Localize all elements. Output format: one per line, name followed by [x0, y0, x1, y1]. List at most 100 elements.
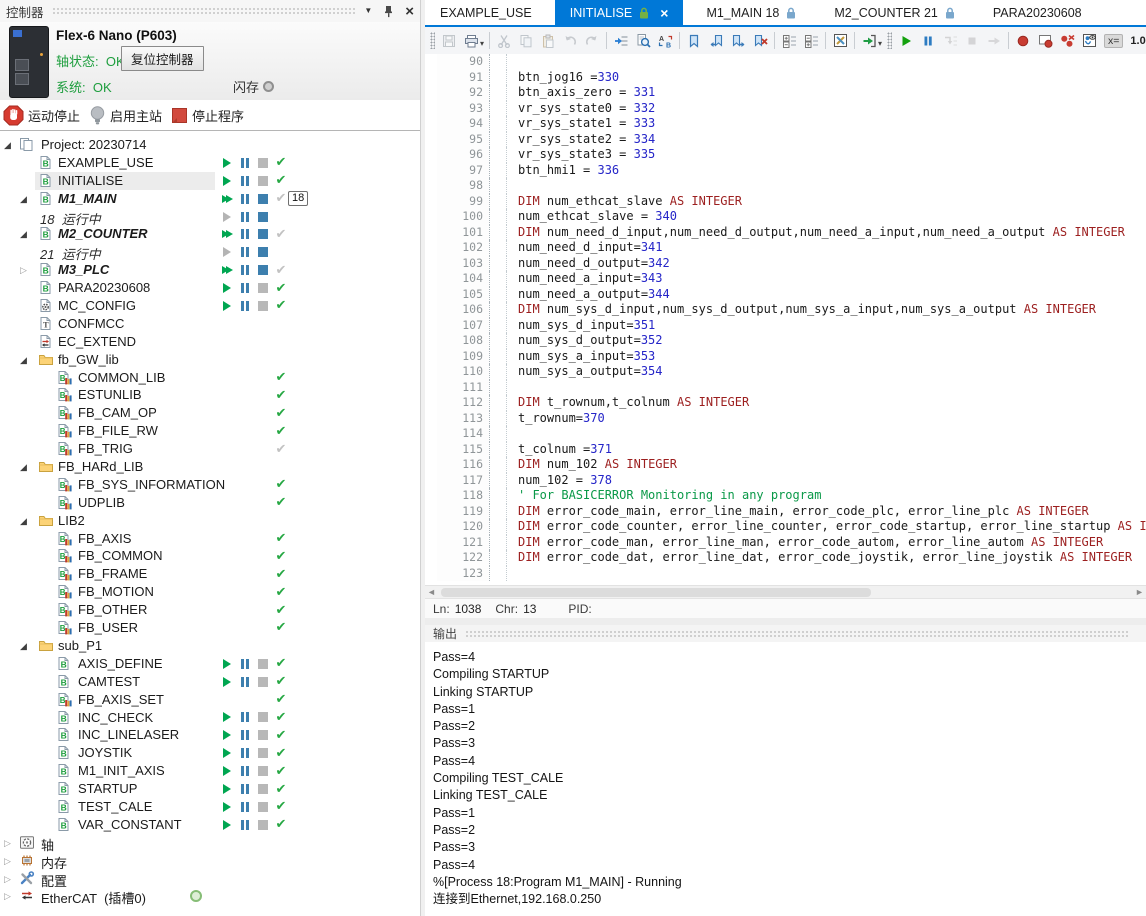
stop-control-icon[interactable]: [258, 158, 268, 168]
bookmark-icon[interactable]: [683, 30, 705, 52]
stop-control-icon[interactable]: [258, 301, 268, 311]
breakpoint-gutter[interactable]: [425, 271, 437, 287]
dropdown-caret-icon[interactable]: ▾: [480, 39, 484, 48]
code-line[interactable]: 111: [425, 380, 1146, 396]
breakpoint-gutter[interactable]: [425, 364, 437, 380]
run-control-icon[interactable]: [223, 820, 231, 830]
code-line[interactable]: 115t_colnum =371: [425, 442, 1146, 458]
tree-item-18[interactable]: 18 运行中: [0, 208, 420, 226]
code-line[interactable]: 101DIM num_need_d_input,num_need_d_outpu…: [425, 225, 1146, 241]
tree-item-[interactable]: ▷轴: [0, 834, 420, 852]
pause-control-icon[interactable]: [241, 820, 249, 830]
pause-control-icon[interactable]: [241, 283, 249, 293]
stop-control-icon[interactable]: [258, 659, 268, 669]
tree-item-estunlib[interactable]: BESTUNLIB✔: [0, 386, 420, 404]
breakpoint-gutter[interactable]: [425, 209, 437, 225]
tree-item-fb_cam_op[interactable]: BFB_CAM_OP✔: [0, 404, 420, 422]
tree-item-fb_axis[interactable]: BFB_AXIS✔: [0, 530, 420, 548]
prev-bookmark-icon[interactable]: [705, 30, 727, 52]
stop-control-icon[interactable]: [258, 247, 268, 257]
code-line[interactable]: 105num_need_a_output=344: [425, 287, 1146, 303]
code-line[interactable]: 97btn_hmi1 = 336: [425, 163, 1146, 179]
breakpoint-gutter[interactable]: [425, 550, 437, 566]
dropdown-icon[interactable]: ▼: [364, 7, 372, 15]
output-panel[interactable]: Pass=4Compiling STARTUPLinking STARTUPPa…: [425, 642, 1146, 916]
breakpoint-gutter[interactable]: [425, 535, 437, 551]
run-control-icon[interactable]: [223, 659, 231, 669]
pause-control-icon[interactable]: [241, 194, 249, 204]
breakpoint-gutter[interactable]: [425, 54, 437, 70]
tree-item-project-20230714[interactable]: ◢Project: 20230714: [0, 136, 420, 154]
breakpoint-gutter[interactable]: [425, 380, 437, 396]
print-icon[interactable]: [460, 30, 482, 52]
stop-control-icon[interactable]: [258, 265, 268, 275]
run-control-icon[interactable]: [222, 195, 233, 203]
code-line[interactable]: 103num_need_d_output=342: [425, 256, 1146, 272]
download-icon[interactable]: [858, 30, 880, 52]
breakpoint-gutter[interactable]: [425, 349, 437, 365]
compile-icon[interactable]: [829, 30, 851, 52]
expand-arrow-icon[interactable]: ▷: [4, 873, 11, 885]
breakpoint-gutter[interactable]: [425, 318, 437, 334]
collapse-arrow-icon[interactable]: ◢: [20, 354, 27, 366]
x-equals-badge[interactable]: x=: [1104, 34, 1123, 48]
collapse-arrow-icon[interactable]: ◢: [20, 461, 27, 473]
pause-control-icon[interactable]: [241, 748, 249, 758]
stop-control-icon[interactable]: [258, 748, 268, 758]
tree-item-ethercat-0[interactable]: ▷EtherCAT (插槽0): [0, 887, 420, 905]
tree-item-para20230608[interactable]: BPARA20230608✔: [0, 279, 420, 297]
code-line[interactable]: 91btn_jog16 =330: [425, 70, 1146, 86]
tree-item-m3_plc[interactable]: ▷BM3_PLC✔: [0, 261, 420, 279]
tree-item-fb_user[interactable]: BFB_USER✔: [0, 619, 420, 637]
tree-item-m1_main[interactable]: ◢BM1_MAIN✔18: [0, 190, 420, 208]
stop-control-icon[interactable]: [258, 176, 268, 186]
tree-item-[interactable]: ▷内存: [0, 852, 420, 870]
pause-control-icon[interactable]: [241, 265, 249, 275]
collapse-regions-icon[interactable]: [778, 30, 800, 52]
pause-control-icon[interactable]: [241, 730, 249, 740]
run-control-icon[interactable]: [223, 247, 231, 257]
code-line[interactable]: 123: [425, 566, 1146, 582]
replace-icon[interactable]: AB: [654, 30, 676, 52]
tab-example_use[interactable]: EXAMPLE_USE: [425, 0, 547, 25]
collapse-arrow-icon[interactable]: ◢: [20, 640, 27, 652]
code-line[interactable]: 112DIM t_rownum,t_colnum AS INTEGER: [425, 395, 1146, 411]
code-line[interactable]: 122DIM error_code_dat, error_line_dat, e…: [425, 550, 1146, 566]
breakpoint-gutter[interactable]: [425, 163, 437, 179]
pause-control-icon[interactable]: [241, 677, 249, 687]
breakpoint-gutter[interactable]: [425, 256, 437, 272]
breakpoint-gutter[interactable]: [425, 411, 437, 427]
run-control-icon[interactable]: [223, 158, 231, 168]
code-line[interactable]: 92btn_axis_zero = 331: [425, 85, 1146, 101]
tree-item-fb_motion[interactable]: BFB_MOTION✔: [0, 583, 420, 601]
pin-icon[interactable]: [383, 5, 394, 18]
code-line[interactable]: 106DIM num_sys_d_input,num_sys_d_output,…: [425, 302, 1146, 318]
code-line[interactable]: 119DIM error_code_main, error_line_main,…: [425, 504, 1146, 520]
stop-control-icon[interactable]: [258, 283, 268, 293]
pause-icon[interactable]: [917, 30, 939, 52]
collapse-arrow-icon[interactable]: ◢: [4, 139, 11, 151]
tree-item-fb_hard_lib[interactable]: ◢FB_HARd_LIB: [0, 458, 420, 476]
next-bookmark-icon[interactable]: [727, 30, 749, 52]
breakpoint-gutter[interactable]: [425, 426, 437, 442]
tree-item-test_cale[interactable]: BTEST_CALE✔: [0, 798, 420, 816]
close-icon[interactable]: ×: [405, 4, 414, 19]
stop-control-icon[interactable]: [258, 712, 268, 722]
clear-breakpoints-icon[interactable]: [1056, 30, 1078, 52]
stop-control-icon[interactable]: [258, 766, 268, 776]
breakpoint-gutter[interactable]: [425, 147, 437, 163]
code-line[interactable]: 104num_need_a_input=343: [425, 271, 1146, 287]
expand-arrow-icon[interactable]: ▷: [4, 890, 11, 902]
run-control-icon[interactable]: [223, 784, 231, 794]
tree-item-common_lib[interactable]: BCOMMON_LIB✔: [0, 369, 420, 387]
clear-bookmarks-icon[interactable]: [749, 30, 771, 52]
pause-control-icon[interactable]: [241, 301, 249, 311]
tree-item-21[interactable]: 21 运行中: [0, 243, 420, 261]
tree-item-m1_init_axis[interactable]: BM1_INIT_AXIS✔: [0, 762, 420, 780]
expand-arrow-icon[interactable]: ▷: [4, 837, 11, 849]
action-motion-stop[interactable]: 运动停止: [3, 105, 80, 126]
pause-control-icon[interactable]: [241, 176, 249, 186]
run-control-icon[interactable]: [223, 677, 231, 687]
tree-item-inc_check[interactable]: BINC_CHECK✔: [0, 709, 420, 727]
tree-item-fb_axis_set[interactable]: BFB_AXIS_SET✔: [0, 691, 420, 709]
